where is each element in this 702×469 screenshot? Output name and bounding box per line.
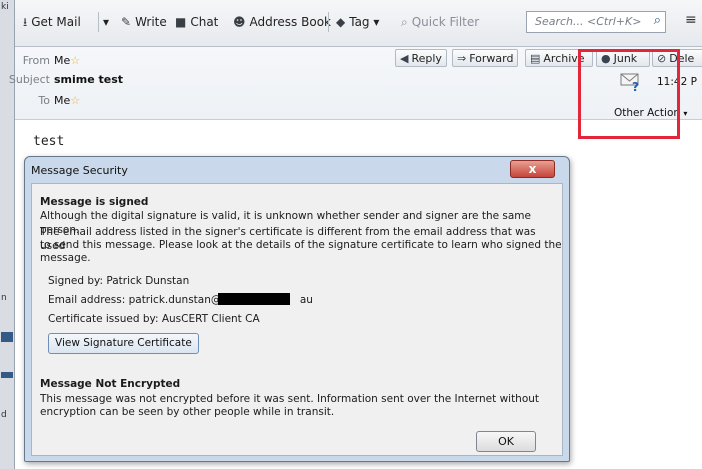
chevron-down-icon: ▾ [373,15,380,29]
tag-icon: ◆ [336,15,346,29]
subject-value: smime test [54,73,124,86]
signed-text: message. [40,252,91,264]
quick-filter-label: Quick Filter [411,15,480,29]
certificate-issuer: Certificate issued by: AusCERT Client CA [48,313,260,325]
divider [98,12,99,32]
to-label: To [38,94,50,107]
tag-button[interactable]: ◆ Tag ▾ [336,12,379,32]
divider [328,12,329,32]
search-placeholder: Search... <Ctrl+K> [535,15,642,28]
left-window-strip: ki n d [0,0,15,469]
signed-heading: Message is signed [40,196,149,208]
filter-icon: ⌕ [401,15,408,29]
from-label: From [22,54,50,67]
write-label: Write [135,15,167,29]
address-book-label: Address Book [249,15,331,29]
strip-label: d [1,410,7,420]
encryption-heading: Message Not Encrypted [40,378,181,390]
to-value[interactable]: Me☆ [54,94,80,107]
star-icon[interactable]: ☆ [70,54,80,67]
dialog-title: Message Security [31,164,128,177]
encryption-text: encryption can be seen by other people w… [40,406,335,418]
search-input[interactable]: Search... <Ctrl+K> ⌕ [526,11,666,33]
archive-icon: ▤ [530,52,541,65]
message-body: test [33,134,65,149]
star-icon[interactable]: ☆ [70,94,80,107]
from-value[interactable]: Me☆ [54,54,80,67]
signed-text: to send this message. Please look at the… [40,239,562,251]
reply-icon: ◀ [400,52,409,65]
get-mail-label: Get Mail [31,15,81,29]
highlight-box [578,49,680,139]
encryption-text: This message was not encrypted before it… [40,393,540,405]
message-security-dialog: Message Security x Message is signed Alt… [24,156,570,462]
forward-button[interactable]: ⇒ Forward [452,49,519,67]
strip-label: ki [1,2,9,12]
close-button[interactable]: x [510,160,555,178]
write-button[interactable]: ✎ Write [121,12,167,32]
forward-icon: ⇒ [457,52,467,65]
chat-label: Chat [190,15,219,29]
chat-button[interactable]: ■ Chat [175,12,218,32]
address-book-button[interactable]: ☻ Address Book [233,12,331,32]
quick-filter-button[interactable]: ⌕ Quick Filter [401,12,479,32]
reply-button[interactable]: ◀ Reply [395,49,447,67]
search-icon[interactable]: ⌕ [654,13,661,28]
tag-label: Tag [349,15,370,29]
strip-label: n [1,293,7,303]
signed-by: Signed by: Patrick Dunstan [48,275,190,287]
get-mail-dropdown[interactable]: ▾ [103,12,109,32]
subject-label: Subject [8,73,50,86]
chevron-down-icon: ▾ [683,109,688,118]
dialog-content: Message is signed Although the digital s… [31,183,563,456]
app-menu-icon[interactable]: ≡ [685,12,697,28]
pencil-icon: ✎ [121,15,132,29]
strip-marker [1,372,13,378]
chevron-down-icon: ▾ [103,15,110,29]
toolbar: ⭳ Get Mail ▾ ✎ Write ■ Chat ☻ Address Book ◆… [15,0,702,47]
strip-marker [1,332,13,342]
view-signature-certificate-button[interactable]: View Signature Certificate [48,333,199,354]
contacts-icon: ☻ [233,15,246,29]
close-icon: x [528,162,537,176]
redaction-bar [218,293,290,305]
chat-icon: ■ [175,15,187,29]
ok-button[interactable]: OK [476,431,536,452]
get-mail-button[interactable]: ⭳ Get Mail [23,12,81,32]
get-mail-icon: ⭳ [23,15,28,29]
